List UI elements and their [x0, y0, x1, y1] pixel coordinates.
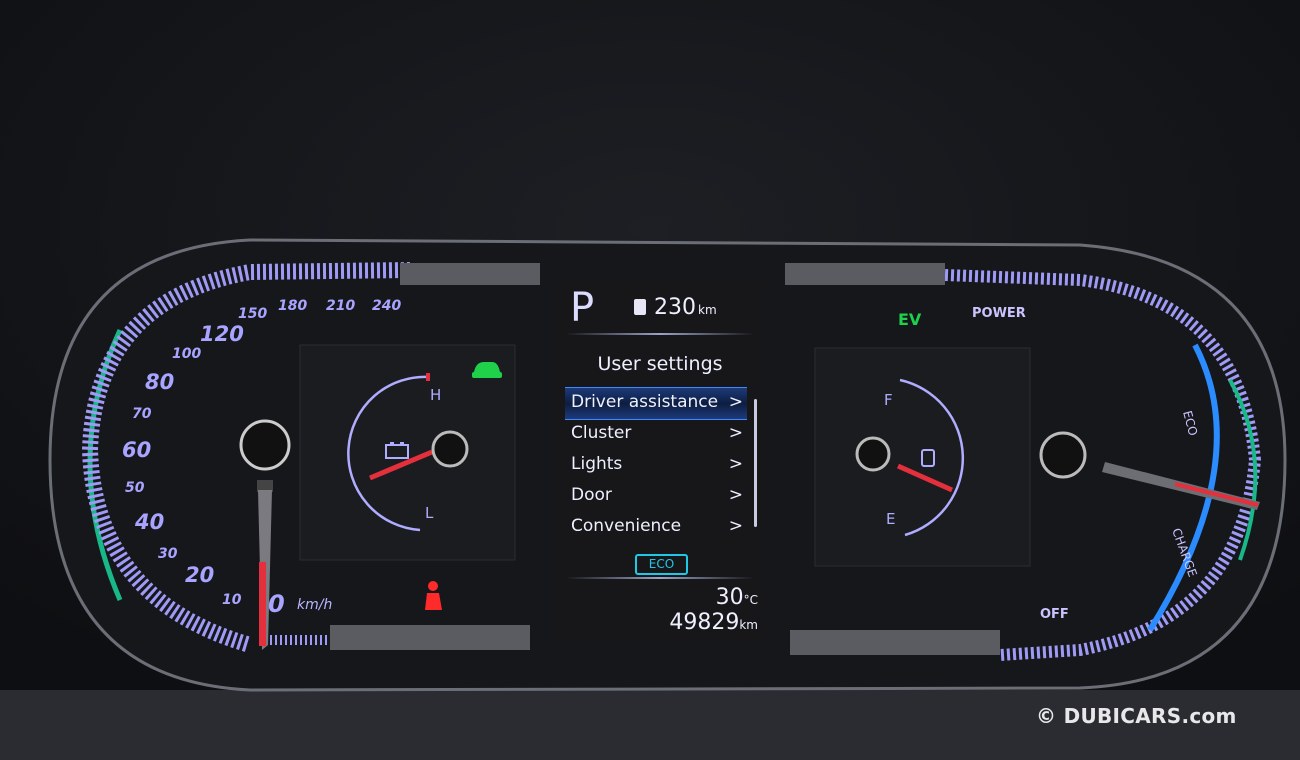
speed-label-20: 20 — [185, 563, 214, 587]
speed-label-120: 120 — [200, 322, 244, 346]
chevron-right-icon: > — [728, 392, 743, 412]
fuel-range: 230 km — [634, 295, 717, 320]
menu-item-lights[interactable]: Lights > — [571, 450, 747, 481]
speed-label-0: 0 — [268, 590, 285, 618]
ev-indicator: EV — [898, 310, 922, 329]
chevron-right-icon: > — [728, 516, 743, 536]
off-label: OFF — [1040, 607, 1069, 622]
chevron-right-icon: > — [728, 423, 743, 443]
chevron-right-icon: > — [728, 454, 743, 474]
watermark: © DUBICARS.com — [1036, 704, 1237, 728]
speed-label-210: 210 — [326, 298, 355, 314]
range-value: 230 — [654, 295, 696, 320]
speed-label-240: 240 — [372, 298, 401, 314]
gear-indicator: P — [570, 285, 595, 331]
temp-high-label: H — [430, 386, 441, 404]
menu-item-door[interactable]: Door > — [571, 481, 747, 512]
speed-label-70: 70 — [132, 406, 152, 422]
speed-label-180: 180 — [278, 298, 307, 314]
menu-item-cluster[interactable]: Cluster > — [571, 419, 747, 450]
speed-label-30: 30 — [158, 546, 178, 562]
fuel-empty-label: E — [886, 510, 895, 528]
menu-title: User settings — [597, 353, 723, 375]
trim-bar — [400, 263, 540, 285]
chevron-right-icon: > — [728, 485, 743, 505]
temp-low-label: L — [425, 504, 434, 522]
speed-label-60: 60 — [122, 438, 151, 462]
speed-needle-hub — [239, 419, 291, 471]
fuel-full-label: F — [884, 391, 893, 409]
drive-mode-badge: ECO — [635, 554, 688, 575]
power-label: POWER — [972, 306, 1026, 321]
speed-label-10: 10 — [222, 592, 242, 608]
divider — [566, 577, 754, 579]
menu-item-driver-assistance[interactable]: Driver assistance > — [565, 388, 747, 419]
speed-label-100: 100 — [172, 346, 201, 362]
divider — [566, 333, 754, 335]
speed-unit: km/h — [297, 597, 332, 613]
menu-scrollbar[interactable] — [754, 399, 757, 527]
menu-item-convenience[interactable]: Convenience > — [571, 512, 747, 543]
settings-menu: Driver assistance > Cluster > Lights > Door… — [565, 388, 747, 543]
speed-label-80: 80 — [145, 370, 174, 394]
info-display: P 230 km User settings Driver assistance >… — [556, 279, 764, 642]
speed-label-50: 50 — [125, 480, 145, 496]
range-unit: km — [698, 303, 717, 317]
speed-label-150: 150 — [238, 306, 267, 322]
odometer: 49829km — [669, 610, 758, 635]
outside-temperature: 30°C — [715, 585, 758, 610]
speed-label-40: 40 — [134, 510, 164, 534]
fuel-pump-icon — [634, 299, 646, 315]
